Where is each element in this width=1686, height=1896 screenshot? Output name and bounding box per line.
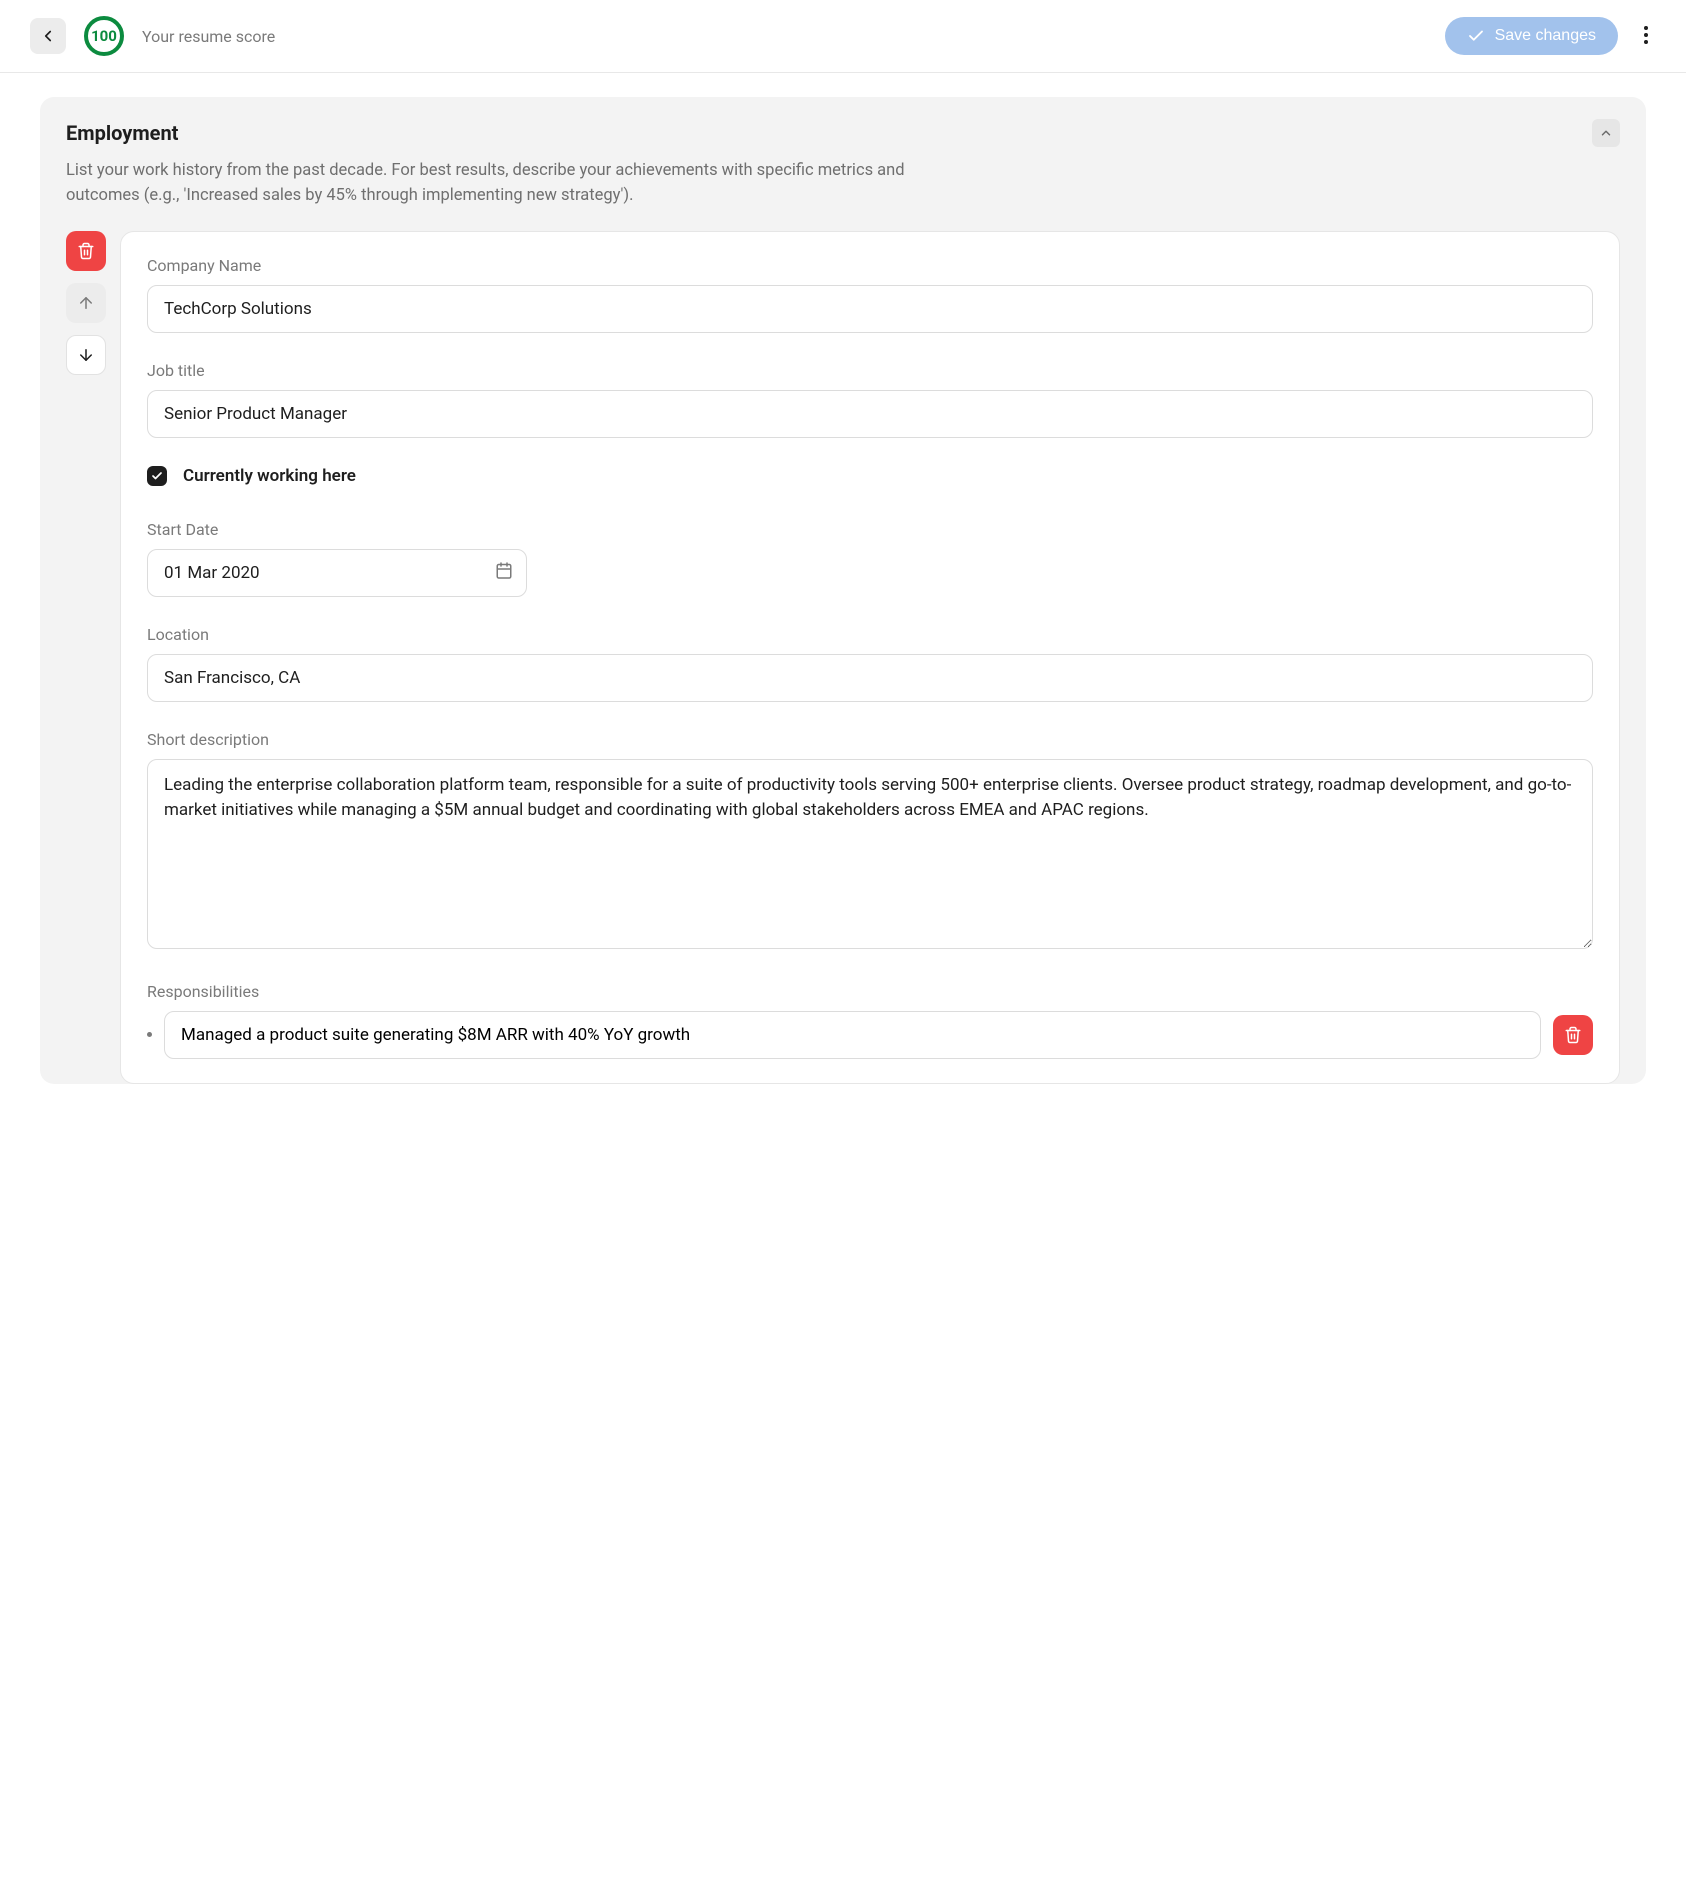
save-button[interactable]: Save changes (1445, 17, 1618, 55)
check-icon (151, 470, 163, 482)
score-badge: 100 (84, 16, 124, 56)
entry-controls (66, 231, 106, 375)
responsibility-input[interactable] (164, 1011, 1541, 1059)
section-description: List your work history from the past dec… (66, 159, 946, 209)
score-label: Your resume score (142, 27, 275, 46)
responsibilities-label: Responsibilities (147, 982, 1593, 1001)
entry-card: Company Name Job title Currently working… (120, 231, 1620, 1084)
responsibility-row (147, 1011, 1593, 1059)
startdate-label: Start Date (147, 520, 1593, 539)
trash-icon (1564, 1026, 1582, 1044)
company-input[interactable] (147, 285, 1593, 333)
currently-working-checkbox[interactable] (147, 466, 167, 486)
bullet-icon (147, 1032, 152, 1037)
delete-entry-button[interactable] (66, 231, 106, 271)
company-label: Company Name (147, 256, 1593, 275)
back-button[interactable] (30, 18, 66, 54)
shortdesc-label: Short description (147, 730, 1593, 749)
shortdesc-input[interactable] (147, 759, 1593, 949)
section-title: Employment (66, 121, 178, 145)
jobtitle-label: Job title (147, 361, 1593, 380)
location-label: Location (147, 625, 1593, 644)
header-bar: 100 Your resume score Save changes (0, 0, 1686, 73)
startdate-input[interactable] (147, 549, 527, 597)
delete-responsibility-button[interactable] (1553, 1015, 1593, 1055)
save-button-label: Save changes (1495, 27, 1596, 45)
check-icon (1467, 27, 1485, 45)
kebab-icon (1644, 26, 1648, 44)
jobtitle-input[interactable] (147, 390, 1593, 438)
move-up-button[interactable] (66, 283, 106, 323)
trash-icon (77, 242, 95, 260)
location-input[interactable] (147, 654, 1593, 702)
arrow-up-icon (77, 294, 95, 312)
currently-working-label: Currently working here (183, 466, 356, 486)
arrow-left-icon (39, 27, 57, 45)
chevron-up-icon (1599, 126, 1613, 140)
move-down-button[interactable] (66, 335, 106, 375)
collapse-button[interactable] (1592, 119, 1620, 147)
more-menu-button[interactable] (1636, 18, 1656, 55)
employment-section: Employment List your work history from t… (40, 97, 1646, 1084)
arrow-down-icon (77, 346, 95, 364)
